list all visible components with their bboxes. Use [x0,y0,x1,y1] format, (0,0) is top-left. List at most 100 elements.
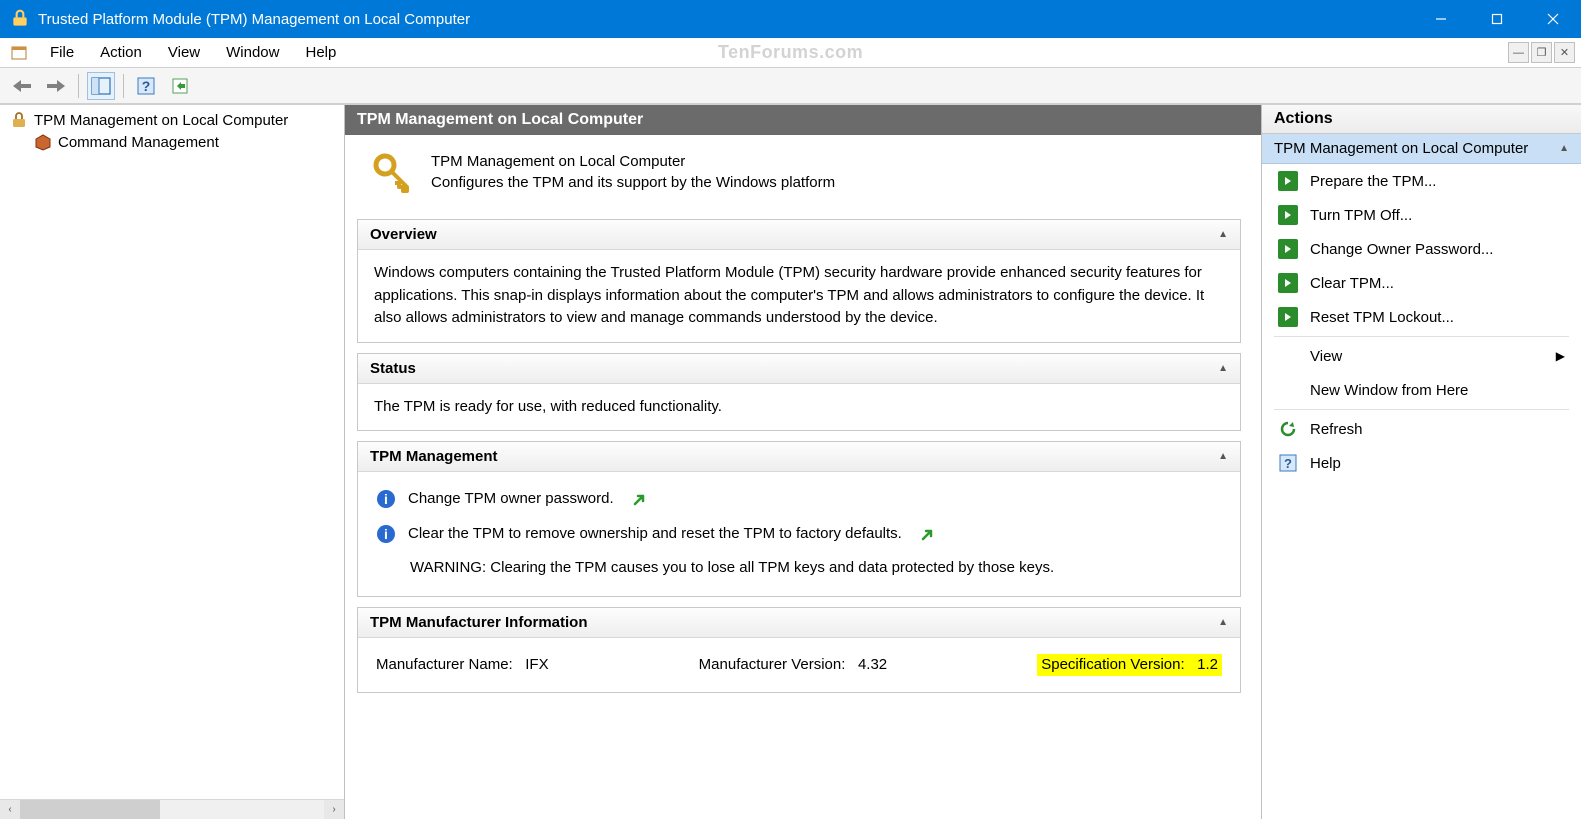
action-help[interactable]: ? Help [1262,446,1581,480]
go-icon [1278,205,1298,225]
manufacturer-header[interactable]: TPM Manufacturer Information ▲ [358,608,1240,638]
mdi-close-button[interactable]: ✕ [1554,42,1575,63]
manufacturer-title: TPM Manufacturer Information [370,614,588,631]
scroll-right-button[interactable]: › [324,800,344,819]
overview-section: Overview ▲ Windows computers containing … [357,219,1241,343]
menu-action[interactable]: Action [88,40,154,65]
toolbar: ? [0,68,1581,104]
tpm-app-icon [10,9,30,29]
tpm-management-header[interactable]: TPM Management ▲ [358,442,1240,472]
submenu-arrow-icon: ▶ [1556,349,1565,363]
mmc-icon [10,44,28,62]
action-view[interactable]: View ▶ [1262,339,1581,373]
collapse-icon: ▲ [1218,363,1228,374]
help-icon: ? [1278,453,1298,473]
svg-text:i: i [384,526,388,542]
action-label: View [1310,348,1342,365]
mdi-minimize-button[interactable]: — [1508,42,1529,63]
menu-file[interactable]: File [38,40,86,65]
status-body: The TPM is ready for use, with reduced f… [358,384,1240,431]
content-header: TPM Management on Local Computer [345,105,1261,135]
toolbar-separator [123,74,124,98]
action-new-window[interactable]: New Window from Here [1262,373,1581,407]
change-password-link[interactable]: i Change TPM owner password. [366,482,1232,517]
collapse-icon: ▲ [1218,229,1228,240]
link-arrow-icon [632,491,648,507]
action-label: Change Owner Password... [1310,241,1493,258]
actions-header: Actions [1262,105,1581,134]
action-label: New Window from Here [1310,382,1468,399]
show-hide-tree-button[interactable] [87,72,115,100]
menu-view[interactable]: View [156,40,212,65]
title-bar: Trusted Platform Module (TPM) Management… [0,0,1581,38]
watermark: TenForums.com [718,42,863,63]
status-header[interactable]: Status ▲ [358,354,1240,384]
actions-panel: Actions TPM Management on Local Computer… [1261,105,1581,819]
svg-text:?: ? [1284,456,1292,471]
action-label: Clear TPM... [1310,275,1394,292]
change-password-text: Change TPM owner password. [408,488,614,511]
actions-group-header[interactable]: TPM Management on Local Computer ▲ [1262,134,1581,164]
action-change-owner-password[interactable]: Change Owner Password... [1262,232,1581,266]
blank-icon [1278,346,1298,366]
description-subtitle: Configures the TPM and its support by th… [431,172,835,193]
spec-version-value: 1.2 [1197,656,1218,673]
window-title: Trusted Platform Module (TPM) Management… [38,11,1413,28]
maximize-button[interactable] [1469,0,1525,38]
go-icon [1278,273,1298,293]
status-title: Status [370,360,416,377]
tpm-management-title: TPM Management [370,448,498,465]
overview-body: Windows computers containing the Trusted… [358,250,1240,342]
clear-tpm-text: Clear the TPM to remove ownership and re… [408,523,902,546]
go-icon [1278,171,1298,191]
menu-bar: File Action View Window Help TenForums.c… [0,38,1581,68]
info-icon: i [376,524,396,544]
mfr-name-value: IFX [525,656,548,673]
menu-help[interactable]: Help [293,40,348,65]
action-label: Refresh [1310,421,1363,438]
tree-child-item[interactable]: Command Management [6,131,338,153]
back-button[interactable] [8,72,36,100]
mfr-version-value: 4.32 [858,656,887,673]
tree-child-label: Command Management [58,134,219,151]
command-mgmt-icon [34,133,52,151]
svg-text:?: ? [142,78,151,94]
close-button[interactable] [1525,0,1581,38]
clear-tpm-link[interactable]: i Clear the TPM to remove ownership and … [366,517,1232,552]
tpm-management-section: TPM Management ▲ i Change TPM owner pass… [357,441,1241,597]
action-label: Turn TPM Off... [1310,207,1412,224]
mfr-version-label: Manufacturer Version: [699,656,846,673]
action-reset-tpm-lockout[interactable]: Reset TPM Lockout... [1262,300,1581,334]
status-section: Status ▲ The TPM is ready for use, with … [357,353,1241,432]
overview-header[interactable]: Overview ▲ [358,220,1240,250]
scroll-thumb[interactable] [20,800,160,819]
key-icon [371,151,413,193]
action-refresh[interactable]: Refresh [1262,412,1581,446]
action-divider [1274,336,1569,337]
action-turn-off-tpm[interactable]: Turn TPM Off... [1262,198,1581,232]
forward-button[interactable] [42,72,70,100]
action-prepare-tpm[interactable]: Prepare the TPM... [1262,164,1581,198]
export-button[interactable] [166,72,194,100]
tree-panel: TPM Management on Local Computer Command… [0,105,345,819]
info-icon: i [376,489,396,509]
go-icon [1278,239,1298,259]
spec-version-label: Specification Version: [1041,656,1184,673]
manufacturer-section: TPM Manufacturer Information ▲ Manufactu… [357,607,1241,694]
action-clear-tpm[interactable]: Clear TPM... [1262,266,1581,300]
menu-window[interactable]: Window [214,40,291,65]
scroll-left-button[interactable]: ‹ [0,800,20,819]
tpm-root-icon [10,111,28,129]
minimize-button[interactable] [1413,0,1469,38]
collapse-icon: ▲ [1218,451,1228,462]
description-title: TPM Management on Local Computer [431,151,835,172]
actions-group-title: TPM Management on Local Computer [1274,140,1528,157]
svg-text:i: i [384,491,388,507]
tree-root-item[interactable]: TPM Management on Local Computer [6,109,338,131]
go-icon [1278,307,1298,327]
horizontal-scrollbar[interactable]: ‹ › [0,799,344,819]
refresh-icon [1278,419,1298,439]
blank-icon [1278,380,1298,400]
help-toolbar-button[interactable]: ? [132,72,160,100]
mdi-restore-button[interactable]: ❐ [1531,42,1552,63]
